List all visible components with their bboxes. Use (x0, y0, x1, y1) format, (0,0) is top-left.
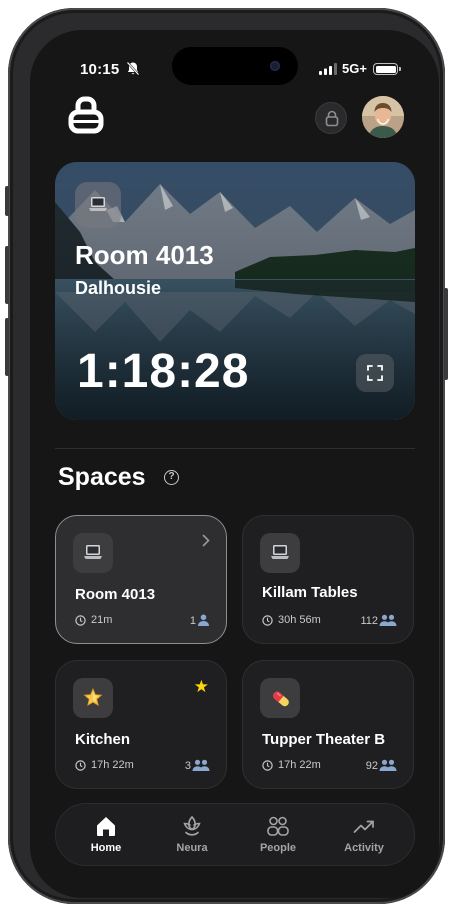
action-button (5, 186, 9, 216)
trend-icon (353, 820, 374, 833)
space-name: Room 4013 (75, 586, 156, 603)
power-button (444, 288, 448, 380)
space-meta: 17h 22m 92 (262, 759, 397, 773)
occupancy-count: 112 (360, 615, 378, 627)
current-building-name: Dalhousie (75, 278, 162, 298)
laptop-icon (84, 545, 102, 559)
space-name: Killam Tables (262, 584, 358, 601)
space-duration: 17h 22m (278, 759, 321, 771)
space-meta: 17h 22m 3 (75, 759, 210, 773)
person-icon (198, 614, 209, 626)
space-card-kitchen[interactable]: ★ Kitchen 17h 22m 3 (55, 660, 227, 789)
lotus-icon (183, 815, 201, 836)
space-occupancy: 92 (366, 759, 397, 772)
current-room-title: Room 4013 (75, 240, 214, 270)
space-meta: 30h 56m 112 (262, 614, 397, 628)
space-card-room-4013[interactable]: Room 4013 21m 1 (55, 515, 227, 644)
occupancy-count: 92 (365, 760, 378, 772)
screen: 10:15 5G+ Room 4013 Dalhousie 1:18:28 Sp… (30, 30, 439, 898)
tab-neura[interactable]: Neura (157, 812, 227, 862)
fullscreen-button[interactable] (356, 354, 394, 392)
lock-button[interactable] (315, 102, 347, 134)
lock-icon (325, 110, 339, 127)
battery-icon (373, 63, 401, 75)
volume-down-button (5, 318, 9, 376)
tab-label: Home (90, 842, 122, 854)
app-logo[interactable] (68, 96, 104, 134)
laptop-icon (89, 197, 107, 211)
tab-label: Neura (176, 842, 208, 854)
people-icon (267, 816, 289, 836)
camera-icon (270, 61, 280, 71)
tab-home[interactable]: Home (71, 812, 141, 862)
spaces-heading: Spaces (58, 463, 146, 491)
clock-icon (262, 760, 273, 771)
clock-icon (75, 615, 86, 626)
space-card-killam-tables[interactable]: Killam Tables 30h 56m 112 (242, 515, 414, 644)
space-icon-badge (73, 533, 113, 573)
network-label: 5G+ (342, 61, 367, 76)
group-icon (379, 759, 397, 771)
help-icon[interactable]: ? (164, 470, 179, 485)
profile-photo (362, 96, 404, 138)
avatar[interactable] (362, 96, 404, 138)
section-divider (55, 448, 415, 449)
space-occupancy: 112 (360, 614, 397, 627)
tab-label: Activity (344, 842, 384, 854)
signal-icon (319, 63, 337, 75)
group-icon (192, 759, 210, 771)
status-time: 10:15 (80, 61, 120, 78)
current-room-card[interactable]: Room 4013 Dalhousie 1:18:28 (55, 162, 415, 420)
tab-activity[interactable]: Activity (329, 812, 399, 862)
laptop-icon (271, 545, 289, 559)
group-icon (379, 614, 397, 626)
space-icon-badge (73, 678, 113, 718)
sparkle-star-icon (83, 688, 103, 707)
star-icon[interactable]: ★ (194, 677, 209, 697)
occupancy-count: 3 (184, 760, 191, 772)
home-icon (97, 817, 115, 836)
tab-label: People (259, 842, 297, 854)
clock-icon (262, 615, 273, 626)
tab-people[interactable]: People (243, 812, 313, 862)
space-occupancy: 1 (190, 614, 210, 627)
space-name: Tupper Theater B (262, 731, 386, 748)
bell-slash-icon (126, 61, 140, 76)
volume-up-button (5, 246, 9, 304)
status-bar: 10:15 5G+ (30, 30, 439, 85)
space-duration: 17h 22m (91, 759, 134, 771)
clock-icon (75, 760, 86, 771)
space-name: Kitchen (75, 731, 131, 748)
space-duration: 21m (91, 614, 113, 626)
room-type-badge (75, 182, 121, 228)
space-icon-badge (260, 678, 300, 718)
space-meta: 21m 1 (75, 614, 210, 628)
occupancy-count: 1 (189, 615, 196, 627)
session-timer: 1:18:28 (77, 345, 250, 398)
tab-bar: Home Neura People Activity (55, 803, 415, 866)
space-card-tupper-theater-b[interactable]: Tupper Theater B 17h 22m 92 (242, 660, 414, 789)
space-occupancy: 3 (185, 759, 210, 772)
pill-icon (273, 691, 289, 707)
space-icon-badge (260, 533, 300, 573)
phone-frame: 10:15 5G+ Room 4013 Dalhousie 1:18:28 Sp… (5, 8, 448, 904)
expand-icon (367, 365, 383, 381)
space-duration: 30h 56m (278, 614, 321, 626)
dynamic-island (172, 47, 298, 85)
chevron-right-icon (202, 534, 210, 547)
